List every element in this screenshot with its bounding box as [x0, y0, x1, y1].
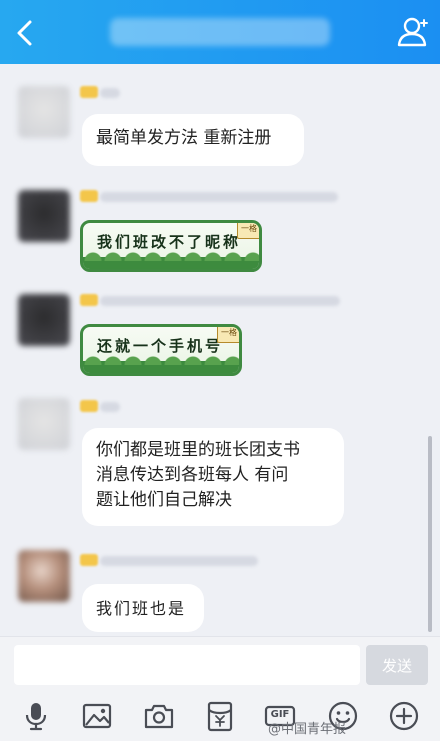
- camera-icon: [144, 704, 174, 729]
- member-badge: [80, 294, 98, 306]
- sticker-tag: 一格: [217, 327, 239, 343]
- message-text: 最简单发方法 重新注册: [96, 128, 272, 148]
- red-packet-button[interactable]: [204, 700, 236, 732]
- image-button[interactable]: [81, 700, 113, 732]
- avatar[interactable]: [18, 398, 70, 450]
- member-badge: [80, 190, 98, 202]
- sender-name-blurred: [100, 88, 120, 98]
- member-badge: [80, 86, 98, 98]
- chat-title-blurred: [110, 18, 330, 46]
- avatar[interactable]: [18, 550, 70, 602]
- sticker-grass-decoration: [83, 355, 239, 373]
- message-text-line: 题让他们自己解决: [96, 490, 232, 510]
- chevron-left-icon: [17, 20, 32, 46]
- plus-icon: [389, 701, 419, 731]
- message-input[interactable]: [14, 645, 360, 685]
- group-profile-button[interactable]: [394, 14, 430, 50]
- title-bar: [0, 0, 440, 64]
- sticker-text: 我们班改不了昵称: [97, 233, 242, 251]
- sender-name-blurred: [100, 296, 340, 306]
- watermark: @中国青年报: [268, 722, 347, 737]
- member-badge: [80, 400, 98, 412]
- person-icon: [397, 17, 428, 47]
- image-icon: [82, 703, 112, 729]
- message-text-line: 你们都是班里的班长团支书: [96, 440, 300, 460]
- sticker-grass-decoration: [83, 251, 259, 269]
- microphone-icon: [25, 703, 47, 731]
- sticker-message[interactable]: 我们班改不了昵称 一格: [80, 220, 262, 272]
- message-bubble[interactable]: 我们班也是: [82, 584, 204, 632]
- sender-name-blurred: [100, 192, 338, 202]
- avatar[interactable]: [18, 190, 70, 242]
- input-row: 发送: [0, 636, 440, 693]
- back-button[interactable]: [8, 16, 42, 50]
- more-button[interactable]: [388, 700, 420, 732]
- message-bubble[interactable]: 最简单发方法 重新注册: [82, 114, 304, 166]
- input-toolbar: GIF: [0, 692, 440, 741]
- member-badge: [80, 554, 98, 566]
- red-packet-icon: [207, 701, 233, 732]
- voice-button[interactable]: [20, 700, 52, 732]
- message-text: 我们班也是: [96, 599, 187, 618]
- message-text-line: 消息传达到各班每人 有问: [96, 465, 289, 485]
- message-list[interactable]: 最简单发方法 重新注册 我们班改不了昵称 一格 还就一个手机号 一格 你们都是班…: [0, 64, 440, 636]
- message-bubble[interactable]: 你们都是班里的班长团支书 消息传达到各班每人 有问 题让他们自己解决: [82, 428, 344, 526]
- sender-name-blurred: [100, 556, 258, 566]
- avatar[interactable]: [18, 86, 70, 138]
- camera-button[interactable]: [143, 700, 175, 732]
- sticker-tag: 一格: [237, 223, 259, 239]
- sticker-text: 还就一个手机号: [97, 337, 224, 355]
- sender-name-blurred: [100, 402, 120, 412]
- avatar[interactable]: [18, 294, 70, 346]
- scrollbar-thumb[interactable]: [428, 436, 432, 632]
- send-button[interactable]: 发送: [366, 645, 428, 685]
- sticker-message[interactable]: 还就一个手机号 一格: [80, 324, 242, 376]
